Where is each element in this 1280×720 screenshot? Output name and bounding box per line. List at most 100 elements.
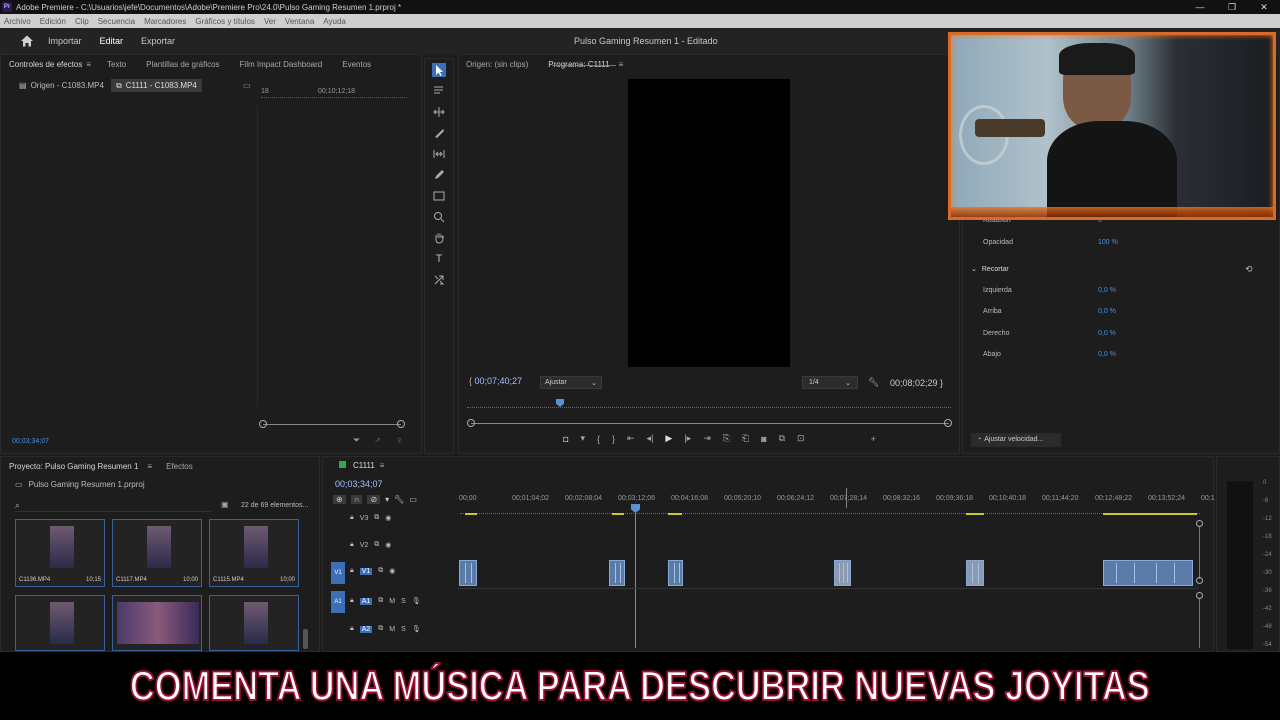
lock-icon[interactable]: 🔒︎ [350, 514, 354, 522]
share-icon[interactable]: ⇪ [396, 436, 403, 445]
tab-texto[interactable]: Texto [107, 60, 126, 69]
tab-proyecto[interactable]: Proyecto: Pulso Gaming Resumen 1 [9, 462, 138, 471]
mic-icon[interactable]: 🎙︎ [412, 597, 421, 605]
project-search[interactable]: ⌕ [15, 500, 211, 512]
tab-source[interactable]: Origen: (sin clips) [466, 60, 528, 69]
sync-icon[interactable]: ⧉ [378, 625, 383, 633]
step-forward-icon[interactable]: |▸ [684, 433, 691, 444]
tab-program[interactable]: Programa: C1111 [548, 60, 609, 69]
project-item[interactable]: C1136.MP4 10;15 [15, 519, 105, 587]
timeline-clip[interactable] [966, 560, 984, 586]
wrench-icon[interactable]: 🔧︎ [868, 377, 879, 388]
timeline-timecode[interactable]: 00;03;34;07 [335, 479, 383, 489]
type-tool-icon[interactable]: T [432, 252, 446, 266]
lock-icon[interactable]: 🔒︎ [350, 597, 354, 605]
close-button[interactable]: ✕ [1248, 0, 1280, 14]
sync-icon[interactable]: ⧉ [378, 567, 383, 575]
eye-icon[interactable]: ◉ [389, 567, 395, 575]
tab-film-impact[interactable]: Film Impact Dashboard [240, 60, 323, 69]
menu-edicion[interactable]: Edición [40, 17, 66, 26]
tab-plantillas[interactable]: Plantillas de gráficos [146, 60, 219, 69]
razor-tool-icon[interactable] [432, 126, 446, 140]
ripple-edit-tool-icon[interactable] [432, 105, 446, 119]
menu-secuencia[interactable]: Secuencia [98, 17, 135, 26]
tab-controles-efectos[interactable]: Controles de efectos [9, 60, 82, 69]
filter-icon[interactable]: ⏷ [353, 435, 360, 446]
camera-icon[interactable]: ◙ [761, 434, 766, 444]
step-back-icon[interactable]: ◂| [647, 433, 654, 444]
mute-button[interactable]: M [389, 598, 395, 605]
mic-icon[interactable]: 🎙︎ [412, 625, 421, 633]
lock-icon[interactable]: 🔒︎ [350, 567, 354, 575]
fit-select[interactable]: Ajustar ⌄ [540, 376, 602, 389]
menu-clip[interactable]: Clip [75, 17, 89, 26]
eye-icon[interactable]: ◉ [385, 541, 391, 549]
timeline-clip[interactable] [609, 560, 625, 586]
header-importar[interactable]: Importar [48, 36, 82, 46]
linked-selection-icon[interactable]: ⊘ [367, 495, 381, 504]
source-patch-a1[interactable]: A1 [331, 591, 345, 613]
slip-tool-icon[interactable] [432, 147, 446, 161]
mute-button[interactable]: M [389, 626, 395, 633]
project-scrollbar[interactable] [303, 629, 308, 649]
crop-bottom-value[interactable]: 0,0 % [1098, 351, 1116, 358]
solo-button[interactable]: S [401, 598, 406, 605]
speed-button[interactable]: ◔ Ajustar velocidad... [971, 433, 1061, 447]
go-to-in-icon[interactable]: ⇤ [627, 433, 635, 444]
lift-icon[interactable]: ⎘ [723, 433, 730, 444]
menu-marcadores[interactable]: Marcadores [144, 17, 186, 26]
mark-out-icon[interactable]: } [612, 434, 615, 444]
selection-tool-icon[interactable] [432, 63, 446, 77]
go-to-out-icon[interactable]: ⇥ [703, 433, 711, 444]
vr-icon[interactable]: ⊡ [797, 433, 805, 444]
lock-icon[interactable]: 🔒︎ [350, 625, 354, 633]
bin-icon[interactable]: ▣ [221, 500, 229, 509]
solo-button[interactable]: S [401, 626, 406, 633]
add-marker-icon[interactable]: ◘ [563, 434, 568, 444]
snap-icon[interactable]: ∩ [350, 495, 363, 504]
project-item[interactable]: C1117.MP4 10;00 [112, 519, 202, 587]
program-ruler[interactable] [467, 402, 951, 408]
crop-left-value[interactable]: 0,0 % [1098, 287, 1116, 294]
source-patch-v1[interactable]: V1 [331, 562, 345, 584]
program-menu-icon[interactable]: ≡ [619, 60, 624, 69]
vertical-scroll-handle-top[interactable] [1196, 520, 1203, 527]
zoom-handle-left[interactable] [259, 420, 267, 428]
project-item[interactable] [15, 595, 105, 651]
zoom-handle-right[interactable] [397, 420, 405, 428]
play-icon[interactable]: ▶ [665, 433, 672, 444]
vertical-scroll-handle-bottom[interactable] [1196, 577, 1203, 584]
timeline-clip[interactable] [834, 560, 851, 586]
panel-menu-icon[interactable]: ≡ [86, 60, 91, 69]
menu-ventana[interactable]: Ventana [285, 17, 314, 26]
effects-timecode[interactable]: 00;03;34;07 [12, 438, 49, 445]
vertical-scrollbar-video[interactable] [1199, 527, 1200, 579]
menu-archivo[interactable]: Archivo [4, 17, 31, 26]
menu-graficos[interactable]: Gráficos y títulos [195, 17, 255, 26]
resolution-select[interactable]: 1/4 ⌄ [802, 376, 858, 389]
crop-section-header[interactable]: ⌄ Recortar [971, 265, 1009, 273]
crop-right-value[interactable]: 0,0 % [1098, 330, 1116, 337]
zoom-tool-icon[interactable] [432, 210, 446, 224]
captions-icon[interactable]: ▭ [409, 495, 417, 504]
add-button-icon[interactable]: + [871, 434, 876, 444]
restore-button[interactable]: ❐ [1216, 0, 1248, 14]
project-item[interactable] [112, 595, 202, 651]
program-zoom-left[interactable] [467, 419, 475, 427]
menu-ayuda[interactable]: Ayuda [323, 17, 346, 26]
header-exportar[interactable]: Exportar [141, 36, 175, 46]
audio-scroll-handle[interactable] [1196, 592, 1203, 599]
tab-eventos[interactable]: Eventos [342, 60, 371, 69]
rectangle-tool-icon[interactable] [432, 189, 446, 203]
compare-icon[interactable]: ⧉ [779, 433, 785, 444]
program-zoom-bar[interactable] [471, 423, 949, 424]
timeline-sequence-tab[interactable]: C1111 ≡ [353, 461, 384, 470]
nest-icon[interactable]: ⊕ [333, 495, 346, 504]
eye-icon[interactable]: ◉ [385, 514, 391, 522]
zoom-scrollbar[interactable] [263, 424, 401, 425]
program-zoom-right[interactable] [944, 419, 952, 427]
lock-icon[interactable]: 🔒︎ [350, 541, 354, 549]
add-marker-timeline-icon[interactable]: ▾ [385, 495, 389, 504]
timeline-clip[interactable] [459, 560, 477, 586]
reset-icon[interactable]: ⟲ [1245, 264, 1253, 275]
